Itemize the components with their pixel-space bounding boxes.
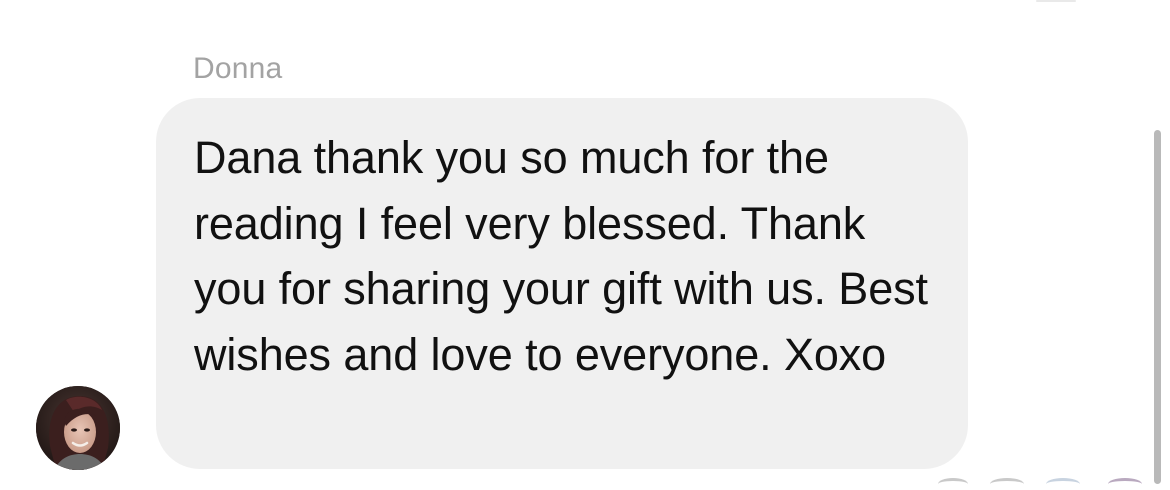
top-divider [1036,0,1076,2]
reaction-avatar-icon [1046,478,1080,490]
avatar-photo-icon [36,386,120,470]
sender-name: Donna [193,52,283,85]
scrollbar[interactable] [1154,130,1161,484]
reaction-avatar-icon [938,478,968,490]
sender-avatar[interactable] [36,386,120,470]
message-text: Dana thank you so much for the reading I… [194,132,928,380]
reaction-avatar-icon [1108,478,1142,490]
message-bubble[interactable]: Dana thank you so much for the reading I… [156,98,968,469]
reaction-avatar-icon [990,478,1024,490]
